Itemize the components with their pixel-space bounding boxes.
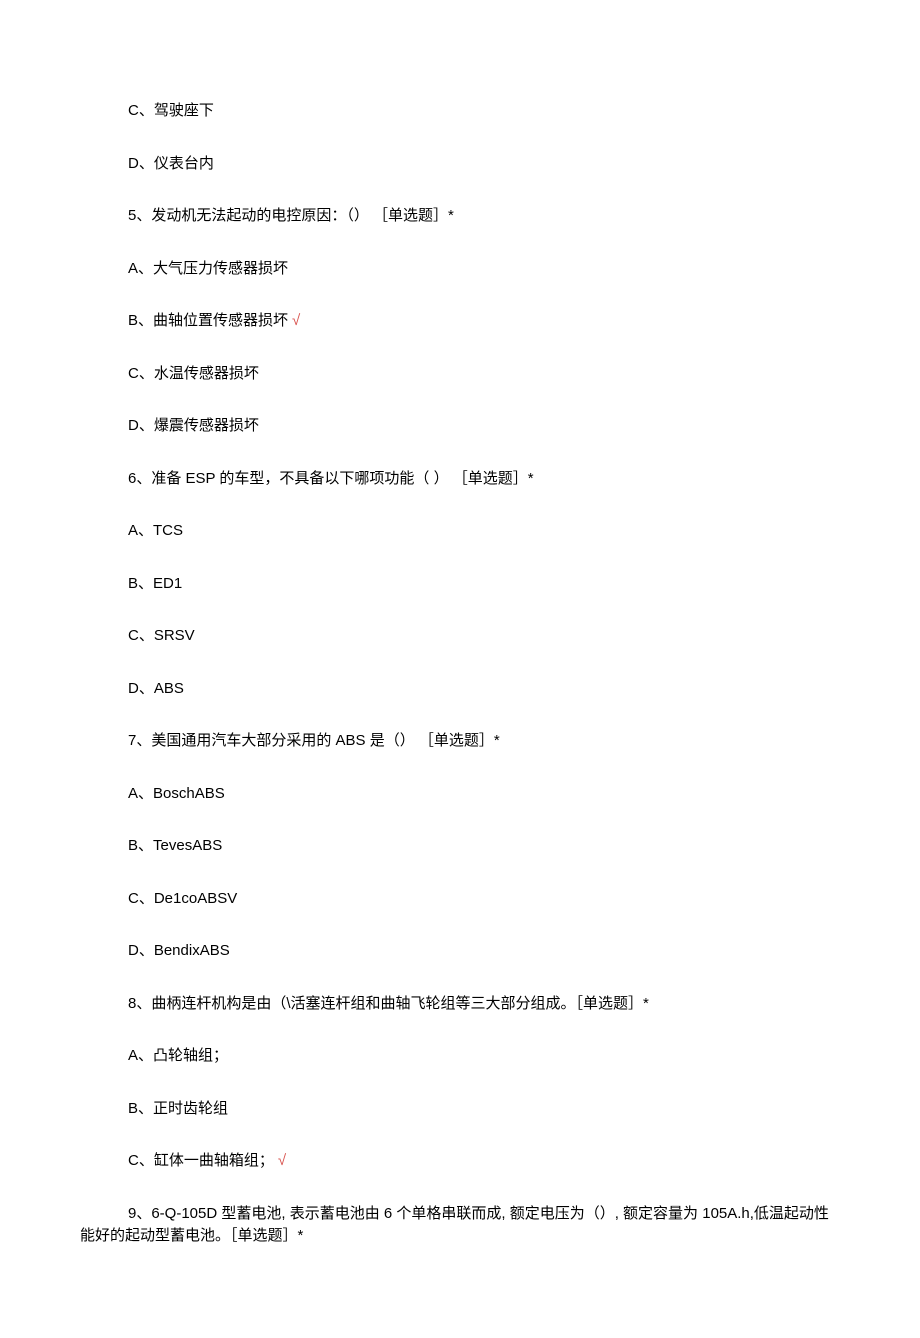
- text: 9、6-Q-105D 型蓄电池, 表示蓄电池由 6 个单格串联而成, 额定电压为…: [80, 1205, 829, 1245]
- option-c-7: C、De1coABSV: [80, 888, 840, 911]
- option-a-5: A、大气压力传感器损坏: [80, 258, 840, 281]
- option-d-6: D、ABS: [80, 678, 840, 701]
- text: B、正时齿轮组: [128, 1100, 228, 1117]
- question-7: 7、美国通用汽车大部分采用的 ABS 是（） ［单选题］*: [80, 730, 840, 753]
- text: 6、准备 ESP 的车型，不具备以下哪项功能（ ） ［单选题］*: [128, 470, 534, 487]
- text: C、De1coABSV: [128, 890, 237, 907]
- text: 5、发动机无法起动的电控原因：（） ［单选题］*: [128, 207, 454, 224]
- option-c-5: C、水温传感器损坏: [80, 363, 840, 386]
- option-c-1: C、驾驶座下: [80, 100, 840, 123]
- text: 8、曲柄连杆机构是由（\活塞连杆组和曲轴飞轮组等三大部分组成。［单选题］*: [128, 995, 649, 1012]
- document-page: C、驾驶座下 D、仪表台内 5、发动机无法起动的电控原因：（） ［单选题］* A…: [0, 0, 920, 1338]
- option-b-7: B、TevesABS: [80, 835, 840, 858]
- question-8: 8、曲柄连杆机构是由（\活塞连杆组和曲轴飞轮组等三大部分组成。［单选题］*: [80, 993, 840, 1016]
- text: B、TevesABS: [128, 837, 222, 854]
- option-c-8: C、缸体一曲轴箱组；√: [80, 1150, 840, 1173]
- text: 7、美国通用汽车大部分采用的 ABS 是（） ［单选题］*: [128, 732, 500, 749]
- text: D、爆震传感器损坏: [128, 417, 259, 434]
- option-a-6: A、TCS: [80, 520, 840, 543]
- text: D、BendixABS: [128, 942, 230, 959]
- option-a-7: A、BoschABS: [80, 783, 840, 806]
- check-icon: √: [278, 1152, 286, 1169]
- text: C、水温传感器损坏: [128, 365, 259, 382]
- option-b-6: B、ED1: [80, 573, 840, 596]
- option-d-1: D、仪表台内: [80, 153, 840, 176]
- option-d-5: D、爆震传感器损坏: [80, 415, 840, 438]
- text: C、缸体一曲轴箱组；: [128, 1152, 274, 1169]
- check-icon: √: [292, 312, 300, 329]
- option-b-8: B、正时齿轮组: [80, 1098, 840, 1121]
- question-5: 5、发动机无法起动的电控原因：（） ［单选题］*: [80, 205, 840, 228]
- text: C、SRSV: [128, 627, 195, 644]
- text: D、仪表台内: [128, 155, 214, 172]
- text: A、BoschABS: [128, 785, 225, 802]
- option-d-7: D、BendixABS: [80, 940, 840, 963]
- text: A、TCS: [128, 522, 183, 539]
- question-9: 9、6-Q-105D 型蓄电池, 表示蓄电池由 6 个单格串联而成, 额定电压为…: [80, 1203, 840, 1248]
- question-6: 6、准备 ESP 的车型，不具备以下哪项功能（ ） ［单选题］*: [80, 468, 840, 491]
- option-a-8: A、凸轮轴组；: [80, 1045, 840, 1068]
- text: C、驾驶座下: [128, 102, 214, 119]
- option-b-5: B、曲轴位置传感器损坏√: [80, 310, 840, 333]
- text: B、曲轴位置传感器损坏: [128, 312, 288, 329]
- option-c-6: C、SRSV: [80, 625, 840, 648]
- text: D、ABS: [128, 680, 184, 697]
- text: A、大气压力传感器损坏: [128, 260, 288, 277]
- text: A、凸轮轴组；: [128, 1047, 228, 1064]
- text: B、ED1: [128, 575, 182, 592]
